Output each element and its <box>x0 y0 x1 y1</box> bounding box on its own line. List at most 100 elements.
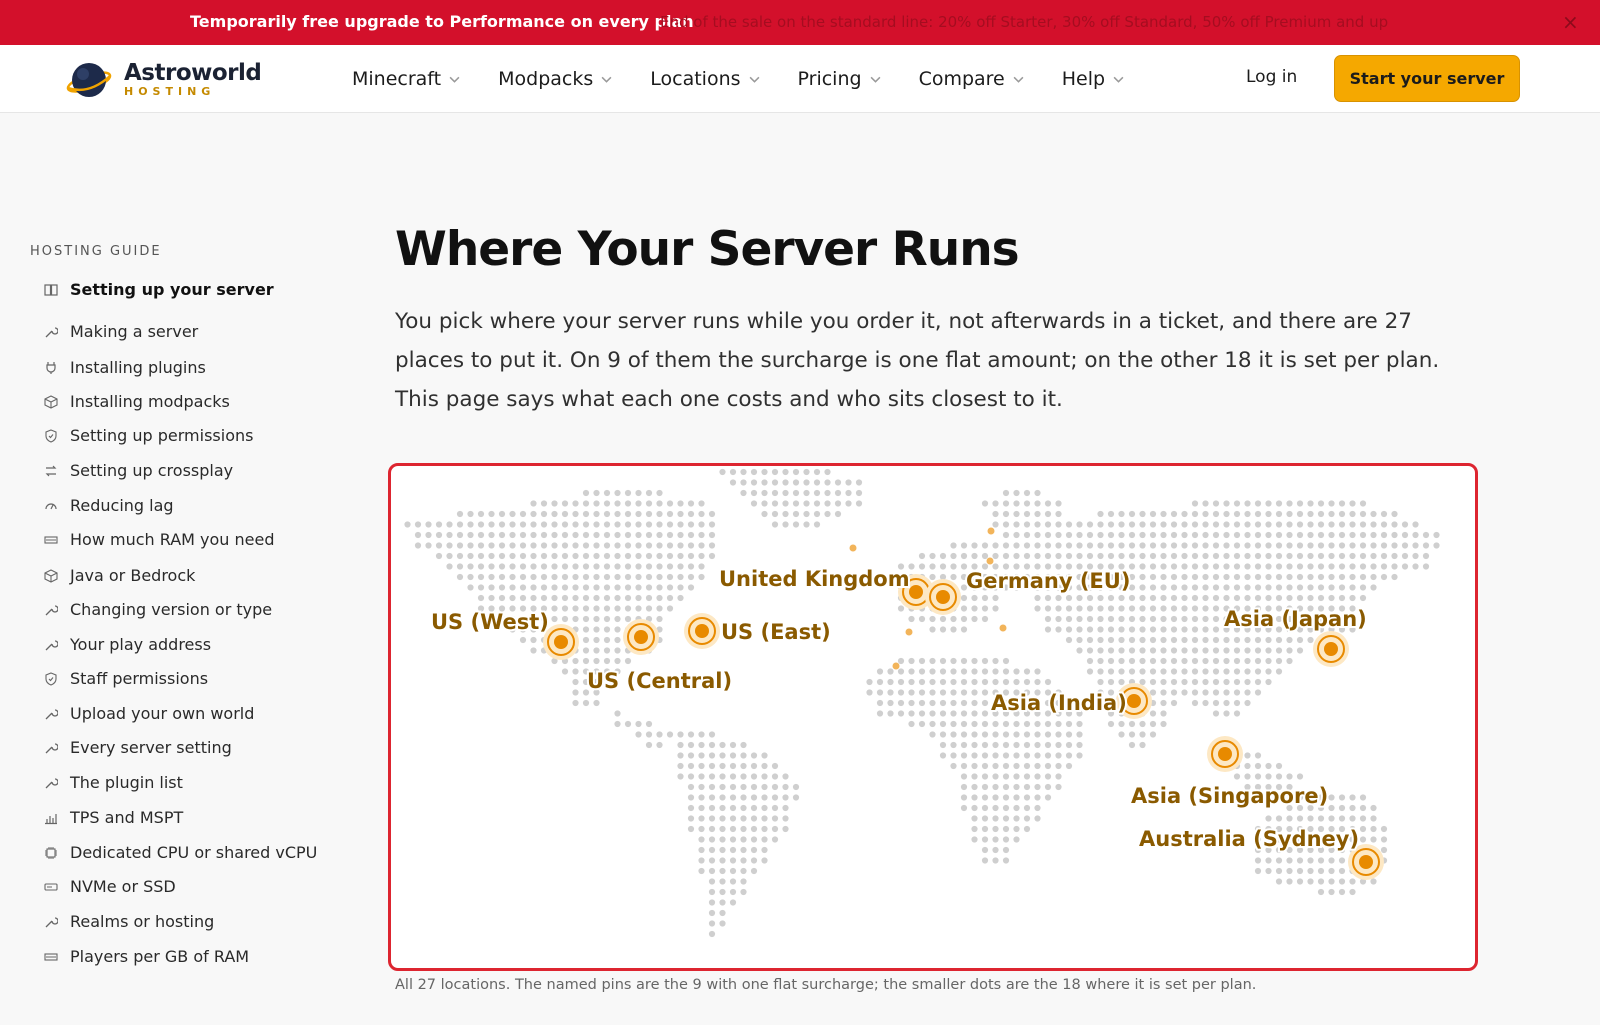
sidebar-item-tps-and-mspt[interactable]: TPS and MSPT <box>44 808 183 827</box>
land-dot <box>666 573 674 581</box>
land-dot <box>1307 563 1314 570</box>
land-dot <box>918 563 926 570</box>
land-dot <box>645 521 653 528</box>
land-dot <box>1002 752 1010 759</box>
land-dot <box>750 794 758 801</box>
land-dot <box>992 773 999 780</box>
land-dot <box>1107 605 1115 612</box>
land-dot <box>1086 668 1094 675</box>
location-pin[interactable]: Asia (India) <box>989 683 1152 719</box>
sidebar-item-installing-plugins[interactable]: Installing plugins <box>44 358 206 377</box>
land-dot <box>1380 542 1388 549</box>
land-dot <box>519 594 527 602</box>
land-dot <box>1023 773 1031 780</box>
land-dot <box>1328 500 1335 507</box>
land-dot <box>1212 678 1220 686</box>
land-dot <box>1118 626 1125 633</box>
land-dot <box>897 605 905 612</box>
land-dot <box>1212 626 1220 633</box>
land-dot <box>771 489 779 497</box>
sidebar-item-staff-permissions[interactable]: Staff permissions <box>44 669 208 688</box>
logo[interactable]: Astroworld HOSTING <box>66 57 262 103</box>
land-dot <box>740 468 747 476</box>
sidebar-item-reducing-lag[interactable]: Reducing lag <box>44 496 174 515</box>
land-dot <box>929 573 936 581</box>
land-dot <box>1254 773 1262 780</box>
sidebar-item-changing-version-or-type[interactable]: Changing version or type <box>44 600 272 619</box>
nav-modpacks[interactable]: Modpacks <box>498 68 612 90</box>
nav-pricing[interactable]: Pricing <box>798 68 881 90</box>
sidebar-item-realms-or-hosting[interactable]: Realms or hosting <box>44 912 214 931</box>
land-dot <box>1118 594 1125 602</box>
land-dot <box>1265 542 1272 549</box>
land-dot <box>771 468 779 476</box>
land-dot <box>582 531 590 539</box>
nav-compare[interactable]: Compare <box>919 68 1024 90</box>
nav-minecraft[interactable]: Minecraft <box>352 68 460 90</box>
land-dot <box>981 741 989 749</box>
land-dot <box>624 500 632 507</box>
land-dot <box>971 752 978 759</box>
land-dot <box>719 899 726 906</box>
sidebar-item-players-per-gb-of-ram[interactable]: Players per GB of RAM <box>44 947 249 966</box>
sidebar-item-setting-up-your-server[interactable]: Setting up your server <box>44 280 274 299</box>
land-dot <box>971 542 978 549</box>
location-pin[interactable]: US (East) <box>684 613 833 649</box>
land-dot <box>1160 626 1167 633</box>
wrench-icon <box>45 742 58 753</box>
land-dot <box>603 584 611 591</box>
land-dot <box>593 605 600 612</box>
land-dot <box>834 489 842 497</box>
land-dot <box>992 668 999 675</box>
land-dot <box>750 500 758 507</box>
start-server-button[interactable]: Start your server <box>1334 55 1520 102</box>
land-dot <box>635 521 642 528</box>
sidebar-item-upload-your-own-world[interactable]: Upload your own world <box>44 704 254 723</box>
sidebar-item-setting-up-permissions[interactable]: Setting up permissions <box>44 426 253 445</box>
location-pin[interactable]: Australia (Sydney) <box>1137 825 1384 880</box>
land-dot <box>572 552 579 560</box>
location-pin[interactable]: Asia (Singapore) <box>1129 736 1330 810</box>
sidebar-item-java-or-bedrock[interactable]: Java or Bedrock <box>44 566 195 585</box>
sidebar-item-every-server-setting[interactable]: Every server setting <box>44 738 232 757</box>
nav-locations[interactable]: Locations <box>650 68 759 90</box>
location-pin[interactable]: Asia (Japan) <box>1222 605 1369 667</box>
land-dot <box>624 521 632 528</box>
land-dot <box>1044 678 1052 686</box>
land-dot <box>1275 815 1283 822</box>
memory-icon <box>44 952 58 961</box>
land-dot <box>467 552 474 560</box>
sidebar-item-label: Installing plugins <box>70 358 206 377</box>
land-dot <box>1170 647 1178 654</box>
land-dot <box>603 563 611 570</box>
land-dot <box>1359 500 1367 507</box>
land-dot <box>1139 605 1146 612</box>
land-dot <box>698 867 705 875</box>
land-dot <box>1317 584 1325 591</box>
sidebar-item-installing-modpacks[interactable]: Installing modpacks <box>44 392 230 411</box>
sidebar-item-dedicated-cpu-or-shared-vcpu[interactable]: Dedicated CPU or shared vCPU <box>44 843 317 862</box>
location-pin[interactable]: United Kingdom <box>717 565 934 610</box>
land-dot <box>477 573 485 581</box>
land-dot <box>551 510 558 518</box>
sidebar-item-making-a-server[interactable]: Making a server <box>44 322 198 341</box>
land-dot <box>456 573 464 581</box>
sidebar-item-the-plugin-list[interactable]: The plugin list <box>44 773 183 792</box>
land-dot <box>1328 594 1335 602</box>
land-dot <box>1149 584 1157 591</box>
nav-help[interactable]: Help <box>1062 68 1124 90</box>
land-dot <box>992 752 999 759</box>
sidebar-item-how-much-ram-you-need[interactable]: How much RAM you need <box>44 530 275 549</box>
login-link[interactable]: Log in <box>1246 67 1297 87</box>
land-dot <box>1013 773 1020 780</box>
land-dot <box>593 594 600 602</box>
land-dot <box>1254 542 1262 549</box>
land-dot <box>677 521 684 528</box>
land-dot <box>1181 521 1188 528</box>
land-dot <box>960 552 968 560</box>
sidebar-item-nvme-or-ssd[interactable]: NVMe or SSD <box>44 877 176 896</box>
close-icon[interactable]: × <box>1562 10 1579 34</box>
land-dot <box>1338 878 1346 885</box>
sidebar-item-setting-up-crossplay[interactable]: Setting up crossplay <box>44 461 233 480</box>
sidebar-item-your-play-address[interactable]: Your play address <box>44 635 211 654</box>
